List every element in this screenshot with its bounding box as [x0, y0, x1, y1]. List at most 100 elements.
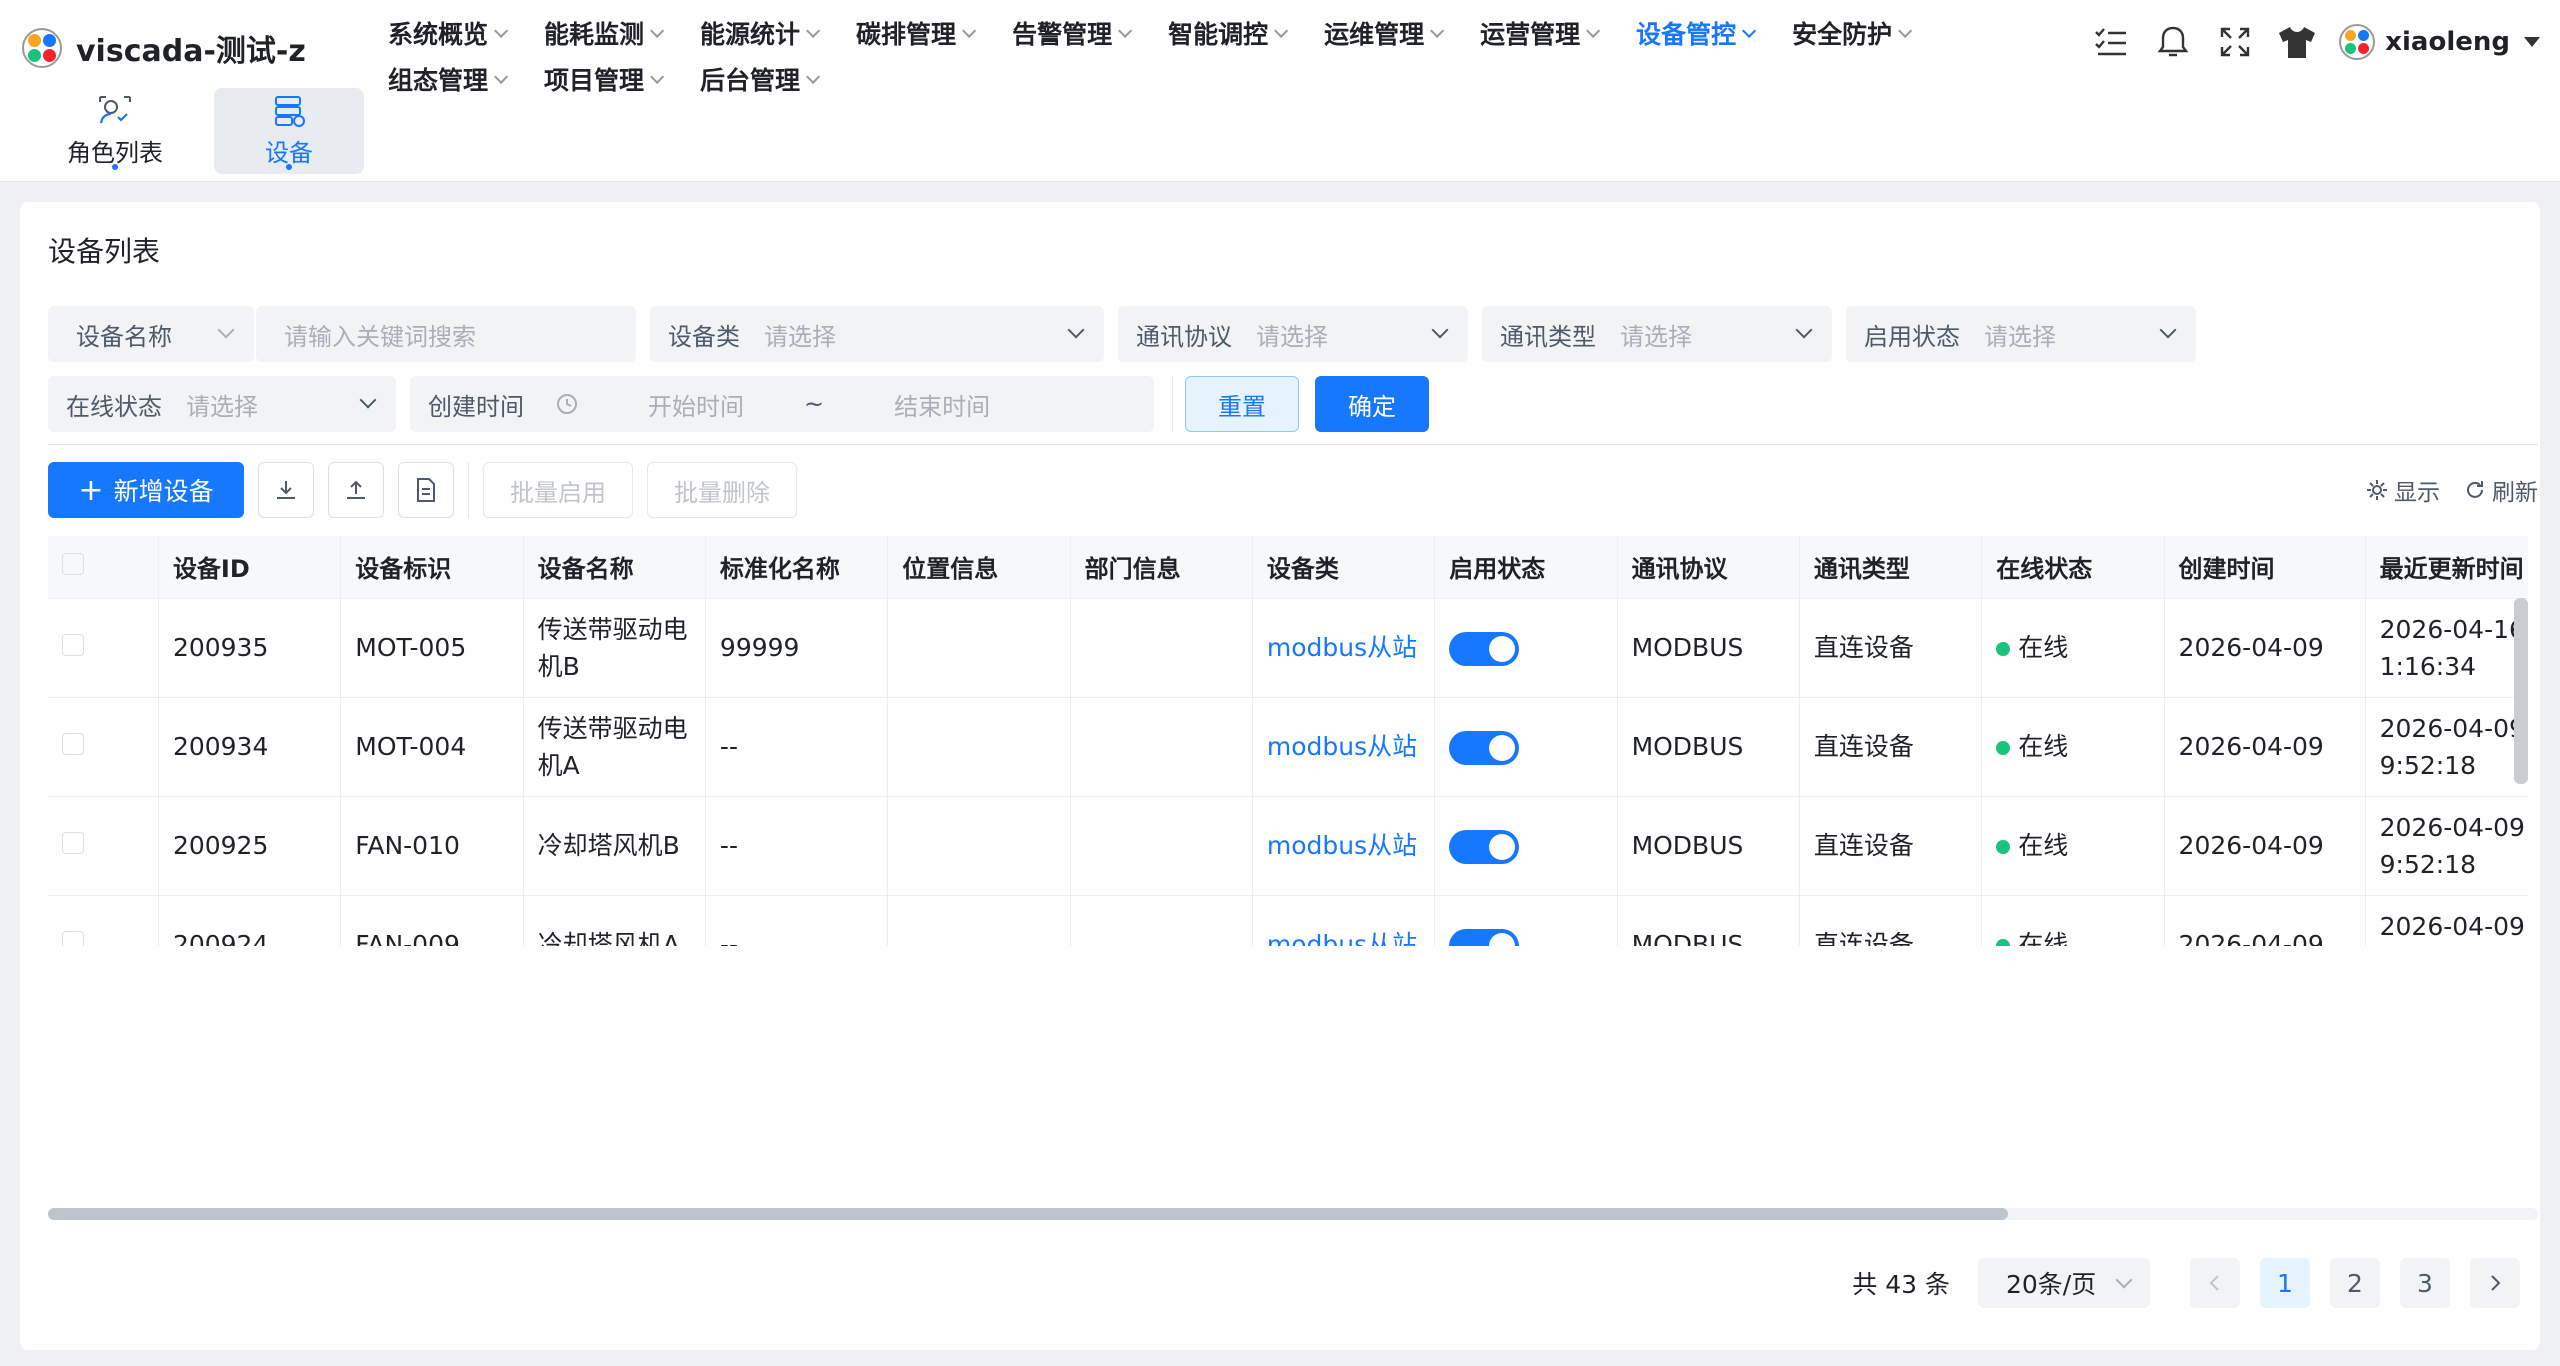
column-header[interactable]: 在线状态 — [1981, 536, 2165, 599]
end-date-input[interactable]: 结束时间 — [894, 387, 990, 422]
online-status-select[interactable]: 在线状态 请选择 — [48, 376, 396, 432]
status-dot-icon — [1996, 642, 2011, 656]
nav-item[interactable]: 项目管理 — [544, 61, 665, 97]
enable-status-select[interactable]: 启用状态 请选择 — [1846, 306, 2196, 362]
upload-button[interactable] — [328, 462, 384, 518]
page-button[interactable]: 3 — [2400, 1258, 2450, 1308]
column-header[interactable]: 启用状态 — [1434, 536, 1618, 599]
nav-item[interactable]: 设备管控 — [1636, 15, 1757, 51]
device-category-link[interactable]: modbus从站 — [1267, 633, 1417, 662]
start-date-input[interactable]: 开始时间 — [648, 387, 744, 422]
app-logo[interactable]: viscada-测试-z — [22, 26, 306, 70]
enable-toggle[interactable] — [1449, 632, 1520, 666]
theme-shirt-icon[interactable] — [2277, 22, 2317, 62]
device-table: 设备ID 设备标识 设备名称 标准化名称 位置信息 部门信息 设备类 启用状态 … — [48, 536, 2528, 946]
column-header[interactable]: 创建时间 — [2164, 536, 2366, 599]
chevron-left-icon — [2209, 1275, 2219, 1291]
fullscreen-icon[interactable] — [2215, 22, 2255, 62]
device-category-link[interactable]: modbus从站 — [1267, 930, 1417, 946]
display-settings-button[interactable]: 显示 — [2366, 473, 2440, 507]
table-row[interactable]: 200934 MOT-004 传送带驱动电机A -- modbus从站 MODBUS 直连设… — [48, 697, 2528, 797]
row-checkbox[interactable] — [62, 832, 84, 854]
table-row[interactable]: 200924 FAN-009 冷却塔风机A -- modbus从站 MODBUS 直连设备 在… — [48, 895, 2528, 946]
column-header[interactable]: 设备类 — [1252, 536, 1436, 599]
column-header[interactable]: 最近更新时间 — [2365, 536, 2528, 599]
table-toolbar: + 新增设备 批量启用 批量删除 显示 刷新 — [48, 462, 2538, 518]
card-title: 设备列表 — [48, 235, 161, 268]
table-row[interactable]: 200925 FAN-010 冷却塔风机B -- modbus从站 MODBUS 直连设备 在… — [48, 796, 2528, 896]
scrollbar-thumb[interactable] — [48, 1208, 2008, 1220]
device-category-link[interactable]: modbus从站 — [1267, 831, 1417, 860]
chevron-down-icon — [494, 69, 509, 84]
online-status: 在线 — [2018, 633, 2069, 662]
device-code: MOT-005 — [355, 633, 467, 662]
comm-type-select[interactable]: 通讯类型 请选择 — [1482, 306, 1832, 362]
row-checkbox[interactable] — [62, 733, 84, 755]
column-header[interactable]: 通讯协议 — [1617, 536, 1800, 599]
nav-item[interactable]: 后台管理 — [700, 61, 821, 97]
batch-delete-button[interactable]: 批量删除 — [647, 462, 797, 518]
status-dot-icon — [1996, 939, 2011, 946]
updated-time: 2026-04-09 09:52:18 — [2379, 713, 2528, 780]
tab-role-list[interactable]: 角色列表 — [40, 88, 190, 174]
select-all-checkbox[interactable] — [62, 552, 84, 575]
enable-toggle[interactable] — [1449, 830, 1520, 864]
horizontal-scrollbar[interactable] — [48, 1208, 2538, 1220]
page-size-select[interactable]: 20条/页 — [1978, 1258, 2150, 1308]
row-checkbox[interactable] — [62, 931, 84, 946]
table-view-tools: 显示 刷新 — [2342, 462, 2538, 518]
nav-item[interactable]: 碳排管理 — [856, 15, 977, 51]
page-button[interactable]: 2 — [2330, 1258, 2380, 1308]
bell-icon[interactable] — [2153, 22, 2193, 62]
chevron-down-icon — [962, 23, 977, 38]
protocol-select[interactable]: 通讯协议 请选择 — [1118, 306, 1468, 362]
add-device-button[interactable]: + 新增设备 — [48, 462, 244, 518]
page-button[interactable]: 1 — [2260, 1258, 2310, 1308]
tab-label: 角色列表 — [67, 138, 163, 167]
nav-item[interactable]: 安全防护 — [1792, 15, 1913, 51]
column-header[interactable]: 设备标识 — [340, 536, 524, 599]
column-header[interactable]: 通讯类型 — [1799, 536, 1983, 599]
created-date-range[interactable]: 创建时间 开始时间 ~ 结束时间 — [410, 376, 1154, 432]
download-button[interactable] — [258, 462, 314, 518]
nav-item[interactable]: 能源统计 — [700, 15, 821, 51]
column-header[interactable]: 位置信息 — [887, 536, 1071, 599]
export-doc-button[interactable] — [398, 462, 454, 518]
created-date: 2026-04-09 — [2178, 930, 2324, 946]
row-checkbox[interactable] — [62, 634, 84, 656]
category-select[interactable]: 设备类 请选择 — [650, 306, 1104, 362]
task-list-icon[interactable] — [2091, 22, 2131, 62]
nav-item[interactable]: 组态管理 — [388, 61, 509, 97]
nav-item[interactable]: 运维管理 — [1324, 15, 1445, 51]
user-menu[interactable]: xiaoleng — [2339, 24, 2540, 60]
table-row[interactable]: 200935 MOT-005 传送带驱动电机B 99999 modbus从站 MODBUS… — [48, 598, 2528, 698]
name-field-select[interactable]: 设备名称 — [48, 306, 254, 362]
column-header[interactable]: 标准化名称 — [705, 536, 889, 599]
nav-item[interactable]: 系统概览 — [388, 15, 509, 51]
enable-toggle[interactable] — [1449, 929, 1520, 946]
tab-device[interactable]: 设备 — [214, 88, 364, 174]
enable-toggle[interactable] — [1449, 731, 1520, 765]
column-header[interactable]: 设备ID — [158, 536, 342, 599]
refresh-button[interactable]: 刷新 — [2464, 473, 2538, 507]
batch-enable-button[interactable]: 批量启用 — [483, 462, 633, 518]
vertical-scrollbar[interactable] — [2514, 598, 2528, 784]
device-code: FAN-010 — [355, 831, 460, 860]
created-date: 2026-04-09 — [2178, 633, 2324, 662]
tab-indicator — [286, 164, 292, 170]
protocol: MODBUS — [1631, 732, 1744, 761]
updated-time: 2026-04-16 11:16:34 — [2379, 614, 2528, 681]
nav-item[interactable]: 智能调控 — [1168, 15, 1289, 51]
nav-item[interactable]: 运营管理 — [1480, 15, 1601, 51]
nav-row-2: 组态管理 项目管理 后台管理 — [388, 56, 2008, 102]
reset-button[interactable]: 重置 — [1185, 376, 1299, 432]
confirm-button[interactable]: 确定 — [1315, 376, 1429, 432]
prev-page-button[interactable] — [2190, 1258, 2240, 1308]
column-header[interactable]: 设备名称 — [523, 536, 706, 599]
column-header[interactable]: 部门信息 — [1070, 536, 1253, 599]
name-search-input[interactable]: 请输入关键词搜索 — [256, 306, 636, 362]
nav-item[interactable]: 能耗监测 — [544, 15, 665, 51]
next-page-button[interactable] — [2470, 1258, 2520, 1308]
nav-item[interactable]: 告警管理 — [1012, 15, 1133, 51]
device-category-link[interactable]: modbus从站 — [1267, 732, 1417, 761]
